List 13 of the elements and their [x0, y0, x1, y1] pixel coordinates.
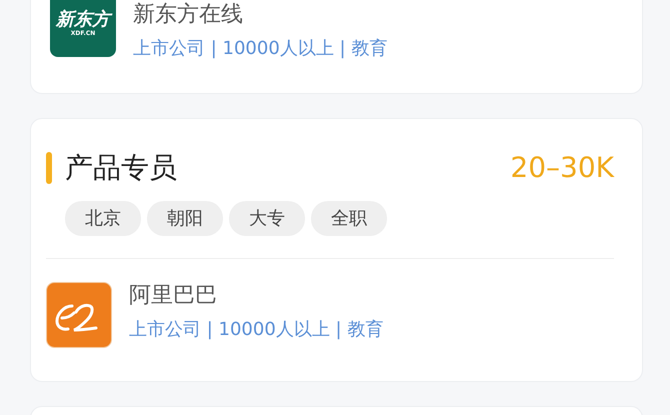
- company-name: 新东方在线: [133, 3, 244, 27]
- job-tag: 大专: [229, 201, 305, 236]
- company-info: 上市公司 | 10000人以上 | 教育: [133, 37, 388, 61]
- job-tag: 北京: [65, 201, 141, 236]
- salary: 20–30K: [510, 150, 614, 186]
- job-tag: 朝阳: [147, 201, 223, 236]
- job-title: 产品专员: [65, 150, 177, 186]
- logo-text: 新东方: [56, 10, 110, 30]
- job-tag: 全职: [311, 201, 387, 236]
- job-card[interactable]: 产品专员 20–30K 北京 朝阳 大专 全职 阿里巴巴 上市公司 | 10000人以上 | 教育: [30, 118, 643, 382]
- accent-bar: [46, 152, 52, 184]
- company-name: 阿里巴巴: [129, 284, 218, 308]
- company-info: 上市公司 | 10000人以上 | 教育: [129, 318, 384, 342]
